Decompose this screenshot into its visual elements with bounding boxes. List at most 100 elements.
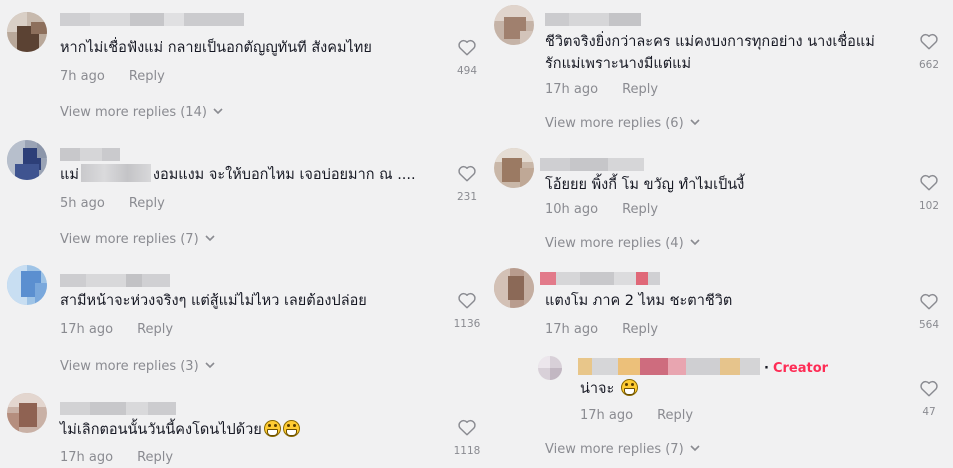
redacted-name (80, 164, 151, 182)
view-more-replies-button[interactable]: View more replies (14) (60, 105, 223, 120)
comment-meta: 17h ago Reply (60, 450, 173, 465)
comment-meta: 17h ago Reply (545, 322, 658, 337)
like-count: 1118 (453, 445, 481, 457)
chevron-down-icon (213, 108, 223, 115)
comment-meta: 7h ago Reply (60, 69, 165, 84)
reply-button[interactable]: Reply (129, 196, 165, 211)
view-more-label: View more replies (3) (60, 359, 199, 374)
like-button[interactable]: 47 (909, 379, 949, 418)
avatar[interactable] (494, 268, 534, 308)
avatar[interactable] (538, 356, 562, 380)
reply-button[interactable]: Reply (129, 69, 165, 84)
username-redacted[interactable] (540, 156, 644, 171)
chevron-down-icon (205, 235, 215, 242)
comment-text-start: ไม่เลิกตอนนั้นวันนี้คงโดนไปด้วย (60, 422, 262, 438)
heart-outline-icon (458, 419, 476, 436)
view-more-replies-button[interactable]: View more replies (7) (60, 232, 215, 247)
comment-text-start: แม่ (60, 167, 79, 183)
comment-meta: 10h ago Reply (545, 202, 658, 217)
like-count: 564 (918, 319, 940, 331)
creator-badge: · Creator (764, 361, 828, 376)
like-button[interactable]: 1118 (447, 418, 487, 457)
username-redacted[interactable] (60, 11, 244, 26)
reply-button[interactable]: Reply (622, 82, 658, 97)
comment-text: ชีวิตจริงยิ่งกว่าละคร แม่คงบงการทุกอย่าง… (545, 34, 875, 72)
comment-text: โอ้ยยย พิ้งกี้ โม ขวัญ ทำไมเป็นงี้ (545, 177, 745, 193)
avatar[interactable] (7, 265, 47, 305)
heart-outline-icon (458, 39, 476, 56)
reply-button[interactable]: Reply (622, 322, 658, 337)
chevron-down-icon (205, 362, 215, 369)
comment-text: สามีหน้าจะห่วงจริงๆ แต่สู้แม่ไม่ไหว เลยต… (60, 293, 367, 309)
chevron-down-icon (690, 119, 700, 126)
like-count: 231 (456, 191, 478, 203)
reply-button[interactable]: Reply (137, 322, 173, 337)
like-button[interactable]: 1136 (447, 291, 487, 330)
grinning-face-emoji (282, 420, 300, 437)
like-count: 1136 (453, 318, 481, 330)
grinning-face-emoji (620, 379, 638, 396)
like-button[interactable]: 494 (447, 38, 487, 77)
comment-time: 17h ago (545, 82, 599, 97)
like-count: 102 (918, 200, 940, 212)
view-more-replies-button[interactable]: View more replies (4) (545, 236, 700, 251)
reply-button[interactable]: Reply (137, 450, 173, 465)
view-more-replies-button[interactable]: View more replies (7) (545, 442, 700, 457)
separator-dot: · (764, 361, 769, 376)
comment-text: ไม่เลิกตอนนั้นวันนี้คงโดนไปด้วย (60, 419, 300, 441)
comment-time: 5h ago (60, 196, 105, 211)
comment-time: 7h ago (60, 69, 105, 84)
comment-meta: 17h ago Reply (545, 82, 658, 97)
comment-text: แตงโม ภาค 2 ไหม ชะตาชีวิต (545, 293, 733, 309)
reply-button[interactable]: Reply (657, 408, 693, 423)
comment-text: หากไม่เชื่อฟังแม่ กลายเป็นอกตัญญูทันที ส… (60, 40, 372, 56)
comment-meta: 17h ago Reply (60, 322, 173, 337)
comments-column-left: หากไม่เชื่อฟังแม่ กลายเป็นอกตัญญูทันที ส… (0, 0, 486, 468)
comments-column-right: ชีวิตจริงยิ่งกว่าละคร แม่คงบงการทุกอย่าง… (486, 0, 953, 468)
heart-outline-icon (920, 174, 938, 191)
heart-outline-icon (920, 380, 938, 397)
heart-outline-icon (920, 33, 938, 50)
avatar[interactable] (494, 148, 534, 188)
chevron-down-icon (690, 239, 700, 246)
view-more-replies-button[interactable]: View more replies (6) (545, 116, 700, 131)
comment-time: 17h ago (545, 322, 599, 337)
like-button[interactable]: 662 (909, 32, 949, 71)
comment-meta: 5h ago Reply (60, 196, 165, 211)
comment-time: 17h ago (60, 450, 114, 465)
comment-text: แม่ งอมแงม จะให้บอกไหม เจอบ่อยมาก ณ .... (60, 164, 416, 186)
username-redacted[interactable] (545, 11, 641, 26)
comment-text-end: งอมแงม จะให้บอกไหม เจอบ่อยมาก ณ .... (152, 167, 416, 183)
heart-outline-icon (458, 292, 476, 309)
heart-outline-icon (920, 293, 938, 310)
heart-outline-icon (458, 165, 476, 182)
avatar[interactable] (494, 5, 534, 45)
view-more-label: View more replies (4) (545, 236, 684, 251)
grinning-face-emoji (263, 420, 281, 437)
view-more-label: View more replies (7) (60, 232, 199, 247)
like-button[interactable]: 231 (447, 164, 487, 203)
like-count: 494 (456, 65, 478, 77)
view-more-replies-button[interactable]: View more replies (3) (60, 359, 215, 374)
creator-label: Creator (772, 361, 829, 376)
reply-button[interactable]: Reply (622, 202, 658, 217)
avatar[interactable] (7, 12, 47, 52)
username-redacted[interactable] (578, 358, 760, 375)
comment-meta: 17h ago Reply (580, 408, 693, 423)
view-more-label: View more replies (6) (545, 116, 684, 131)
like-button[interactable]: 102 (909, 173, 949, 212)
username-redacted[interactable] (60, 146, 120, 161)
avatar[interactable] (7, 393, 47, 433)
username-redacted[interactable] (60, 400, 176, 415)
comment-text-start: น่าจะ (580, 381, 615, 397)
comment-time: 17h ago (60, 322, 114, 337)
comment-text: น่าจะ (580, 378, 638, 400)
username-redacted[interactable] (540, 270, 660, 285)
username-redacted[interactable] (60, 272, 170, 287)
like-count: 47 (922, 406, 936, 418)
like-button[interactable]: 564 (909, 292, 949, 331)
chevron-down-icon (690, 445, 700, 452)
view-more-label: View more replies (14) (60, 105, 207, 120)
avatar[interactable] (7, 140, 47, 180)
comment-time: 17h ago (580, 408, 634, 423)
